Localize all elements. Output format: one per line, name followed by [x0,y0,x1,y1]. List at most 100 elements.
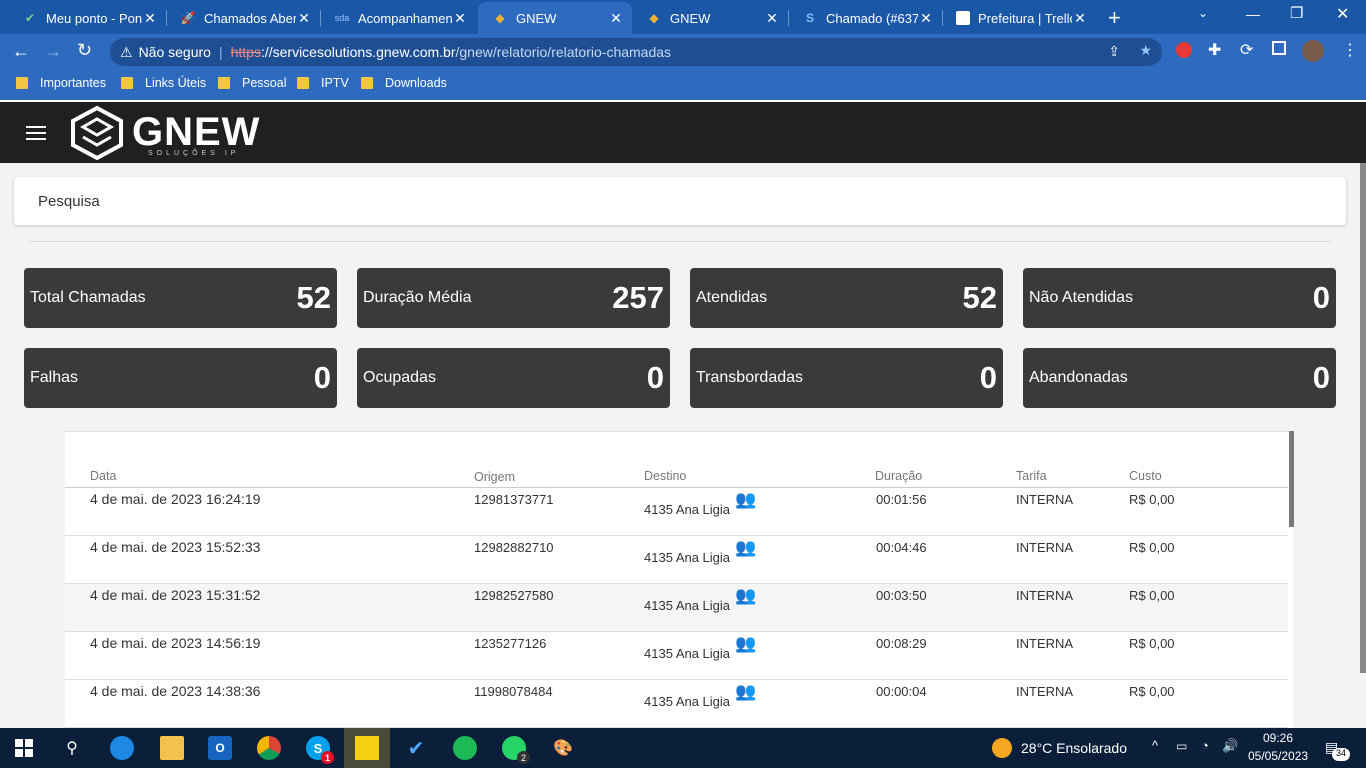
tab-trello[interactable]: Prefeitura | Trello ✕ [942,4,1096,32]
gnew-logo-icon [71,105,123,161]
tab-chamados-abertos[interactable]: 🚀 Chamados Aberto ✕ [166,4,320,32]
tab-gnew[interactable]: ◆ GNEW ✕ [632,4,788,32]
whatsapp-icon[interactable]: 2 [502,736,530,764]
browser-tab-strip: ✔ Meu ponto - Pon ✕ 🚀 Chamados Aberto ✕ … [0,0,1366,34]
spotify-icon[interactable] [453,736,477,760]
forward-icon[interactable]: → [44,41,62,62]
minimize-icon[interactable]: — [1246,6,1260,22]
folder-icon [361,77,373,89]
group-icon[interactable]: 👥 [735,682,756,702]
close-tab-icon[interactable]: ✕ [1072,10,1088,27]
s-logo-icon: S [805,11,814,25]
stat-card-atendidas: Atendidas 52 [690,268,1003,328]
column-header-origem[interactable]: Origem [474,470,515,484]
battery-icon[interactable]: ▭ [1176,739,1187,753]
tab-search-icon[interactable]: ⌄ [1198,6,1208,20]
close-tab-icon[interactable]: ✕ [142,10,158,27]
chrome-icon[interactable] [257,736,281,760]
table-row[interactable]: 4 de mai. de 2023 15:31:52 12982527580 4… [65,584,1288,632]
group-icon[interactable]: 👥 [735,586,756,606]
close-tab-icon[interactable]: ✕ [608,10,624,27]
address-bar[interactable]: ⚠ Não seguro | https://servicesolutions.… [110,38,1162,66]
outlook-icon[interactable]: O [208,736,232,760]
close-tab-icon[interactable]: ✕ [296,10,312,27]
bookmark-pessoal[interactable]: Pessoal [218,76,286,90]
table-row[interactable]: 4 de mai. de 2023 14:56:19 1235277126 41… [65,632,1288,680]
tab-meu-ponto[interactable]: ✔ Meu ponto - Pon ✕ [8,4,166,32]
rocket-icon: 🚀 [180,11,196,25]
puzzle-icon[interactable]: ✚ [1208,40,1221,60]
stat-card-duracao-media: Duração Média 257 [357,268,670,328]
warning-icon: ⚠ [120,43,133,60]
sda-icon: sda [334,13,350,23]
skype-icon[interactable]: S1 [306,736,334,764]
bookmarks-bar: Importantes Links Úteis Pessoal IPTV Dow… [0,70,1366,100]
column-header-duracao[interactable]: Duração [875,469,922,483]
close-tab-icon[interactable]: ✕ [918,10,934,27]
group-icon[interactable]: 👥 [735,490,756,510]
bookmark-star-icon[interactable]: ★ [1139,42,1152,59]
column-header-tarifa[interactable]: Tarifa [1016,469,1047,483]
folder-icon [218,77,230,89]
bookmark-iptv[interactable]: IPTV [297,76,349,90]
group-icon[interactable]: 👥 [735,538,756,558]
back-icon[interactable]: ← [12,41,30,62]
tab-acompanhamento[interactable]: sda Acompanhament ✕ [320,4,476,32]
group-icon[interactable]: 👥 [735,634,756,654]
clock-time[interactable]: 09:26 [1248,731,1308,745]
todo-icon[interactable]: ✔ [404,736,428,760]
trello-icon [956,11,970,25]
browser-toolbar: ← → ↻ ⚠ Não seguro | https://servicesolu… [0,34,1366,70]
stat-card-nao-atendidas: Não Atendidas 0 [1023,268,1336,328]
share-icon[interactable]: ⇪ [1108,43,1120,60]
stat-card-ocupadas: Ocupadas 0 [357,348,670,408]
bookmark-links-uteis[interactable]: Links Úteis [121,76,206,90]
reload-icon[interactable]: ↻ [77,40,92,61]
app-header: GNEW SOLUÇÕES IP [0,102,1366,163]
search-panel[interactable]: Pesquisa [14,177,1346,225]
table-scrollbar[interactable] [1289,431,1294,527]
url-domain: ://servicesolutions.gnew.com.br [260,44,456,60]
column-header-data[interactable]: Data [90,469,116,483]
clock-date[interactable]: 05/05/2023 [1248,749,1308,763]
windows-start-icon[interactable] [12,736,36,760]
search-icon[interactable]: ⚲ [60,736,84,760]
table-row[interactable]: 4 de mai. de 2023 16:24:19 12981373771 4… [65,488,1288,536]
stat-card-total-chamadas: Total Chamadas 52 [24,268,337,328]
menu-dots-icon[interactable]: ⋮ [1342,40,1358,60]
edge-icon[interactable] [110,736,134,760]
wifi-icon[interactable]: ◔ [1201,738,1209,753]
main-content: Pesquisa Total Chamadas 52 Duração Média 2… [0,163,1366,731]
skype-badge: 1 [321,751,334,764]
sidebar-icon[interactable] [1272,41,1286,55]
tab-gnew-active[interactable]: ◆ GNEW ✕ [478,2,632,34]
tab-chamado-637[interactable]: S Chamado (#637) ✕ [788,4,942,32]
restore-icon[interactable]: ❐ [1290,4,1303,22]
url-path: /gnew/relatorio/relatorio-chamadas [455,44,672,60]
new-tab-button[interactable]: + [1108,5,1121,31]
close-window-icon[interactable]: ✕ [1336,4,1349,24]
calls-table: Data Origem Destino Duração Tarifa Custo… [65,431,1293,731]
sync-icon[interactable]: ⟳ [1240,40,1253,60]
file-explorer-icon[interactable] [160,736,184,760]
weather-text[interactable]: 28°C Ensolarado [1021,740,1127,756]
table-row[interactable]: 4 de mai. de 2023 15:52:33 12982882710 4… [65,536,1288,584]
avatar[interactable] [1302,40,1324,62]
volume-icon[interactable]: 🔊 [1222,738,1238,754]
bookmark-importantes[interactable]: Importantes [16,76,106,90]
bookmark-downloads[interactable]: Downloads [361,76,447,90]
page-scrollbar[interactable] [1360,163,1366,673]
chevron-up-icon[interactable]: ^ [1152,738,1158,753]
column-header-custo[interactable]: Custo [1129,469,1162,483]
close-tab-icon[interactable]: ✕ [452,10,468,27]
paint-icon[interactable]: 🎨 [551,736,575,760]
logo-text: GNEW [132,110,261,154]
security-label: Não seguro [138,44,211,60]
sticky-notes-icon[interactable] [355,736,379,760]
close-tab-icon[interactable]: ✕ [764,10,780,27]
url-scheme: https [230,44,261,60]
extension-icon[interactable] [1176,42,1192,58]
column-header-destino[interactable]: Destino [644,469,686,483]
table-row[interactable]: 4 de mai. de 2023 14:38:36 11998078484 4… [65,680,1288,728]
hamburger-menu-icon[interactable] [26,126,46,140]
